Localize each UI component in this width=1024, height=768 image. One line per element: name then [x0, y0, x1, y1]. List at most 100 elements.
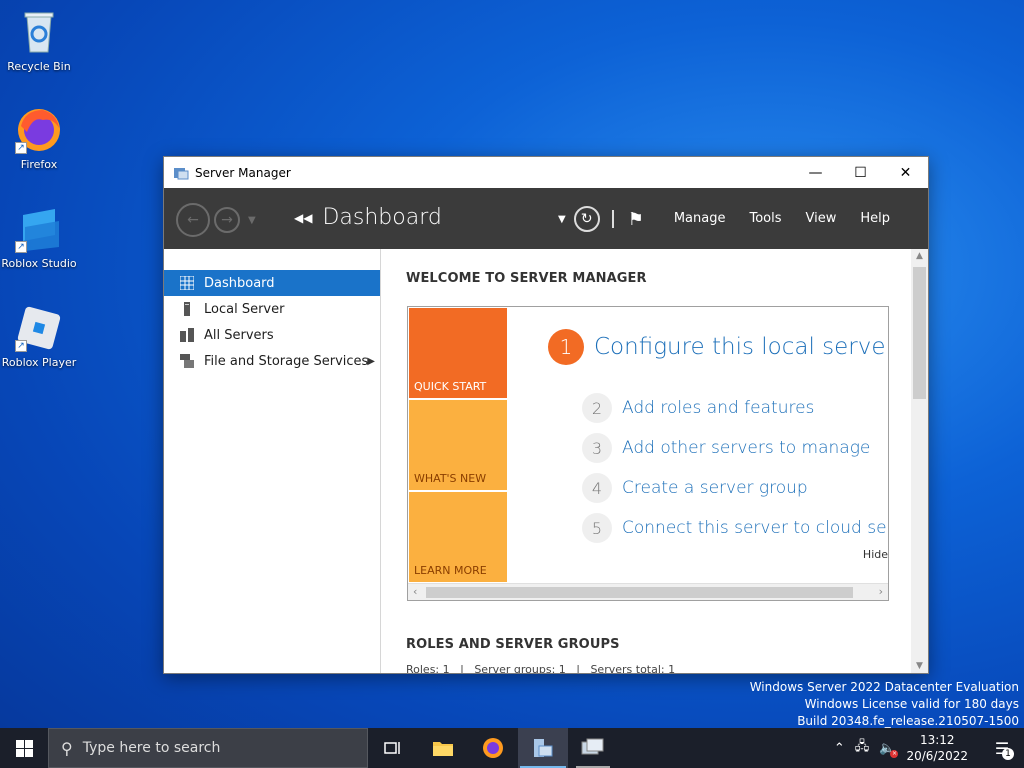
search-icon: ⚲ [61, 738, 73, 758]
roles-summary: Roles: 1 | Server groups: 1 | Servers to… [406, 663, 676, 673]
vertical-scrollbar[interactable]: ▲ ▼ [911, 249, 928, 673]
step-label: Create a server group [622, 478, 808, 498]
server-manager-icon [174, 167, 189, 179]
dashboard-icon [179, 275, 195, 291]
shortcut-arrow-icon: ↗ [15, 340, 27, 352]
taskbar-file-explorer[interactable] [418, 728, 468, 768]
desktop-icon-label: Roblox Player [1, 356, 77, 369]
taskbar-search[interactable]: ⚲ Type here to search [48, 728, 368, 768]
horizontal-scrollbar[interactable]: ‹ › [408, 583, 888, 600]
step-number: 4 [582, 473, 612, 503]
breadcrumb-current: Dashboard [322, 205, 442, 230]
welcome-panel: QUICK START WHAT'S NEW LEARN MORE 1 Conf… [407, 306, 889, 601]
desktop-icon-recycle-bin[interactable]: Recycle Bin [0, 8, 79, 73]
watermark-line: Windows License valid for 180 days [804, 697, 1019, 711]
desktop-icon-roblox-player[interactable]: ↗ Roblox Player [0, 304, 79, 369]
step-number: 5 [582, 513, 612, 543]
chevron-up-icon[interactable]: ⌃ [834, 741, 845, 756]
tile-learn-more[interactable]: LEARN MORE [409, 492, 507, 582]
storage-icon [179, 353, 195, 369]
search-placeholder: Type here to search [82, 740, 221, 756]
sidebar-item-file-storage[interactable]: File and Storage Services ▶ [164, 348, 380, 374]
step-configure-local-server[interactable]: 1 Configure this local server [548, 329, 889, 365]
scroll-right-icon[interactable]: › [879, 585, 883, 598]
menu-manage[interactable]: Manage [662, 204, 738, 234]
server-icon [179, 301, 195, 317]
step-label: Configure this local server [594, 334, 889, 360]
step-add-roles[interactable]: 2 Add roles and features [582, 393, 814, 423]
server-manager-icon [534, 739, 553, 757]
taskbar-server-manager[interactable] [518, 728, 568, 768]
roles-heading: ROLES AND SERVER GROUPS [406, 637, 620, 652]
shortcut-arrow-icon: ↗ [15, 241, 27, 253]
roblox-player-icon: ↗ [15, 304, 63, 352]
shortcut-arrow-icon: ↗ [15, 142, 27, 154]
windows-logo-icon [15, 739, 33, 757]
notification-center-button[interactable]: ☰ 1 [980, 728, 1024, 768]
step-number: 3 [582, 433, 612, 463]
scrollbar-thumb[interactable] [913, 267, 926, 399]
start-button[interactable] [0, 728, 48, 768]
task-view-icon [384, 742, 400, 754]
menu-view[interactable]: View [794, 204, 849, 234]
forward-button[interactable]: → [214, 207, 240, 233]
history-dropdown-icon[interactable]: ▼ [248, 215, 256, 226]
scrollbar-thumb[interactable] [426, 587, 853, 598]
scroll-up-icon[interactable]: ▲ [911, 251, 928, 261]
toolbar: ← → ▼ ◀◀ Dashboard ▼ ↻ ⚑ Manage Tools Vi… [164, 188, 928, 249]
maximize-button[interactable]: ☐ [838, 157, 883, 188]
toolbar-separator [611, 210, 614, 228]
breadcrumb-dropdown-icon[interactable]: ▼ [558, 214, 566, 225]
network-icon[interactable]: 🖧 [855, 737, 870, 759]
desktop-icon-label: Roblox Studio [1, 257, 77, 270]
desktop-icon-label: Firefox [20, 158, 58, 171]
back-button[interactable]: ← [176, 203, 210, 237]
scroll-down-icon[interactable]: ▼ [911, 661, 928, 671]
hide-link[interactable]: Hide [863, 548, 888, 561]
watermark-line: Windows Server 2022 Datacenter Evaluatio… [749, 680, 1019, 694]
sidebar: Dashboard Local Server All Servers File … [164, 249, 381, 673]
desktop-icon-roblox-studio[interactable]: ↗ Roblox Studio [0, 205, 79, 270]
welcome-heading: WELCOME TO SERVER MANAGER [406, 271, 647, 286]
tile-quick-start[interactable]: QUICK START [409, 308, 507, 398]
step-label: Add roles and features [622, 398, 815, 418]
refresh-icon[interactable]: ↻ [573, 206, 600, 232]
chevron-right-icon[interactable]: ▶ [367, 356, 375, 367]
sidebar-item-local-server[interactable]: Local Server [164, 296, 380, 322]
taskbar-firefox[interactable] [468, 728, 518, 768]
desktop-icon-label: Recycle Bin [7, 60, 71, 73]
menu-help[interactable]: Help [848, 204, 902, 234]
license-watermark: Windows Server 2022 Datacenter Evaluatio… [750, 679, 1019, 730]
sidebar-item-dashboard[interactable]: Dashboard [164, 270, 380, 296]
close-button[interactable]: ✕ [883, 157, 928, 188]
sidebar-item-label: Dashboard [204, 275, 275, 291]
firefox-icon: ↗ [15, 106, 63, 154]
clock-time: 13:12 [919, 733, 955, 747]
minimize-button[interactable]: — [793, 157, 838, 188]
clock[interactable]: 13:12 20/6/2022 [906, 732, 968, 764]
sidebar-item-label: File and Storage Services [204, 353, 369, 369]
step-label: Connect this server to cloud servic [622, 518, 889, 538]
breadcrumb: ◀◀ Dashboard [294, 205, 442, 230]
step-connect-cloud[interactable]: 5 Connect this server to cloud servic [582, 513, 889, 543]
server-manager-window: Server Manager — ☐ ✕ ← → ▼ ◀◀ Dashboard … [163, 156, 929, 674]
tile-whats-new[interactable]: WHAT'S NEW [409, 400, 507, 490]
roblox-studio-icon: ↗ [15, 205, 63, 253]
step-number: 2 [582, 393, 612, 423]
menu-tools[interactable]: Tools [737, 204, 793, 234]
flag-icon[interactable]: ⚑ [628, 209, 644, 230]
dashboard-content: WELCOME TO SERVER MANAGER QUICK START WH… [381, 249, 928, 673]
sidebar-item-all-servers[interactable]: All Servers [164, 322, 380, 348]
title-bar[interactable]: Server Manager — ☐ ✕ [164, 157, 928, 188]
remote-desktop-icon [581, 738, 604, 755]
taskbar-remote-desktop[interactable] [568, 728, 618, 768]
step-create-group[interactable]: 4 Create a server group [582, 473, 808, 503]
step-add-servers[interactable]: 3 Add other servers to manage [582, 433, 870, 463]
desktop-icon-firefox[interactable]: ↗ Firefox [0, 106, 79, 171]
step-label: Add other servers to manage [622, 438, 871, 458]
scroll-left-icon[interactable]: ‹ [413, 585, 417, 598]
mute-badge-icon: × [890, 749, 899, 758]
task-view-button[interactable] [368, 728, 418, 768]
notification-count: 1 [1002, 748, 1014, 760]
volume-muted-icon[interactable]: 🔈 × [879, 741, 899, 758]
